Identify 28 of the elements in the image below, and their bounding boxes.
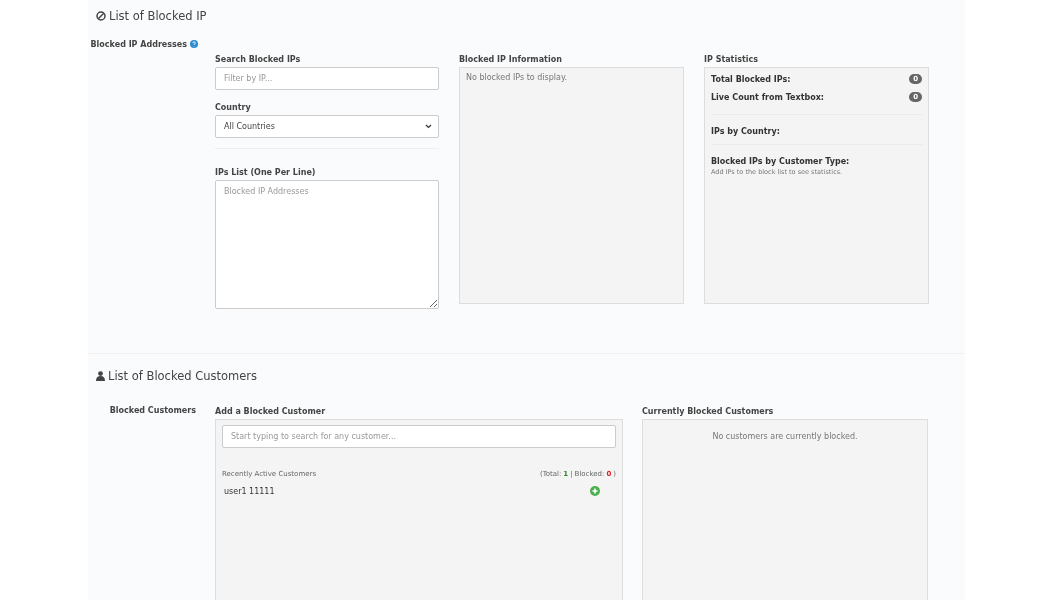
stat-label: IPs by Country: bbox=[711, 127, 780, 136]
ban-icon bbox=[96, 11, 106, 21]
field-label: Blocked IP Addresses bbox=[90, 40, 187, 49]
field-label: Country bbox=[215, 102, 251, 114]
plus-circle-icon bbox=[590, 486, 600, 496]
ips-textarea[interactable]: Blocked IP Addresses bbox=[215, 180, 439, 309]
panel-title: Currently Blocked Customers bbox=[642, 406, 774, 418]
stat-label: Live Count from Textbox: bbox=[711, 92, 825, 102]
section-title: List of Blocked IP bbox=[109, 9, 207, 23]
user-icon bbox=[96, 371, 105, 381]
field-label: Blocked Customers bbox=[109, 406, 196, 415]
panel-title: Add a Blocked Customer bbox=[215, 406, 326, 418]
field-label: IPs List (One Per Line) bbox=[215, 167, 316, 179]
panel-title: Blocked IP Information bbox=[459, 54, 562, 66]
customer-search-field[interactable]: Start typing to search for any customer... bbox=[222, 425, 616, 448]
empty-message: No customers are currently blocked. bbox=[712, 432, 858, 441]
field-label: Search Blocked IPs bbox=[215, 54, 301, 66]
stat-label: Blocked IPs by Customer Type: bbox=[711, 157, 850, 166]
customer-name: user1 11111 bbox=[224, 486, 275, 496]
help-icon[interactable] bbox=[190, 40, 198, 48]
chevron-down-icon bbox=[425, 124, 432, 129]
stat-label: Total Blocked IPs: bbox=[711, 74, 791, 84]
panel-title: IP Statistics bbox=[704, 54, 758, 66]
add-button[interactable] bbox=[590, 486, 600, 496]
section-title: List of Blocked Customers bbox=[108, 369, 258, 383]
empty-message: No blocked IPs to display. bbox=[466, 73, 568, 82]
country-select[interactable]: All Countries bbox=[215, 115, 439, 138]
search-field[interactable]: Filter by IP... bbox=[215, 67, 439, 90]
